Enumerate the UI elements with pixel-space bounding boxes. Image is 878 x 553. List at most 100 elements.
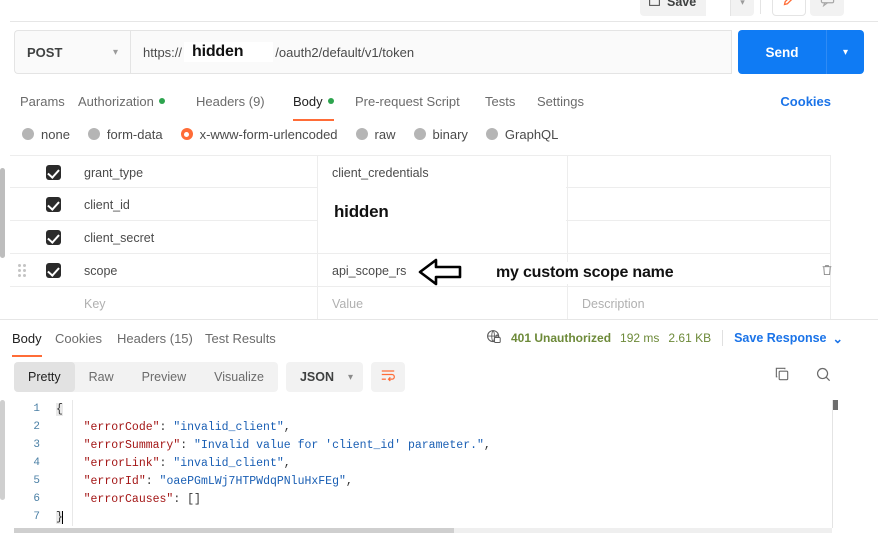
body-type-binary[interactable]: binary [413, 126, 468, 142]
row-enabled-checkbox[interactable] [36, 221, 70, 254]
view-mode-label: Visualize [214, 370, 264, 384]
response-horizontal-scroll-thumb[interactable] [14, 528, 454, 533]
urlencoded-params-table: grant_type client_credentials client_id … [10, 155, 832, 320]
body-type-radio-group: none form-data x-www-form-urlencoded raw… [22, 123, 558, 145]
row-value-input[interactable]: client_credentials [318, 156, 568, 189]
view-mode-raw[interactable]: Raw [75, 362, 128, 392]
response-format-select[interactable]: JSON ▾ [285, 362, 364, 392]
row-key-input[interactable]: client_id [70, 188, 318, 221]
code-line-text: "errorSummary": "Invalid value for 'clie… [83, 438, 491, 452]
row-value-text: client_credentials [332, 165, 429, 180]
save-dropdown-button[interactable]: ▾ [730, 0, 754, 16]
code-line: 2 "errorCode": "invalid_client", [14, 418, 832, 436]
row-enabled-checkbox[interactable] [36, 254, 70, 287]
code-line-text: "errorCode": "invalid_client", [83, 420, 291, 434]
edit-request-button[interactable] [772, 0, 806, 16]
row-drag-handle-slot [10, 188, 36, 221]
view-mode-visualize[interactable]: Visualize [200, 362, 278, 392]
chevron-down-icon: ▾ [842, 46, 849, 58]
response-tab-test-results[interactable]: Test Results [205, 324, 276, 352]
modified-dot-icon [327, 98, 334, 104]
response-tab-body[interactable]: Body [12, 324, 42, 357]
radio-selected-icon [180, 128, 193, 140]
comment-button[interactable] [810, 0, 844, 16]
url-input[interactable]: https:// hidden /oauth2/default/v1/token [130, 30, 732, 74]
save-response-button[interactable]: Save Response ⌄ [734, 331, 843, 346]
body-type-label: none [41, 126, 70, 142]
request-tab-bar: Params Authorization Headers (9) Body Pr… [0, 86, 878, 121]
body-type-graphql[interactable]: GraphQL [485, 127, 558, 142]
response-tab-bar: Body Cookies Headers (15) Test Results 4… [0, 324, 878, 357]
response-body-code[interactable]: 1 { 2 "errorCode": "invalid_client", 3 "… [14, 400, 832, 535]
text-cursor [61, 510, 63, 524]
chevron-down-icon: ▾ [740, 0, 745, 7]
tab-params[interactable]: Params [20, 86, 65, 116]
top-divider-line [10, 21, 878, 22]
search-button[interactable] [815, 366, 832, 388]
row-enabled-checkbox-slot [36, 287, 70, 320]
line-number: 4 [33, 457, 40, 469]
body-type-none[interactable]: none [22, 127, 70, 142]
tab-authorization[interactable]: Authorization [78, 86, 165, 116]
delete-row-button[interactable] [820, 263, 836, 279]
response-tab-headers[interactable]: Headers (15) [117, 324, 193, 352]
meta-divider [722, 330, 724, 346]
new-row-description-input[interactable]: Description [568, 287, 830, 320]
row-description-input[interactable] [568, 221, 830, 254]
code-line: 6 "errorCauses": [] [14, 490, 832, 508]
row-key-input[interactable]: client_secret [70, 221, 318, 254]
code-line-text: "errorId": "oaePGmLWj7HTPWdqPNluHxFEg", [83, 474, 353, 488]
tab-label: Headers (15) [117, 330, 193, 346]
description-placeholder: Description [582, 296, 645, 311]
line-number: 2 [33, 421, 40, 433]
new-row-key-input[interactable]: Key [70, 287, 318, 320]
request-panel-scrollbar[interactable] [0, 168, 5, 258]
wrap-lines-button[interactable] [371, 362, 406, 392]
tab-pre-request-script[interactable]: Pre-request Script [355, 86, 460, 116]
body-type-label: binary [432, 126, 468, 142]
tab-label: Settings [537, 93, 584, 109]
response-vertical-scrollbar[interactable] [0, 400, 5, 500]
active-tab-underline [12, 355, 42, 357]
save-button[interactable]: Save [640, 0, 707, 16]
top-action-bar: Save ▾ [0, 0, 878, 22]
chevron-down-icon: ▾ [348, 371, 354, 383]
cookies-link[interactable]: Cookies [780, 86, 831, 116]
value-placeholder: Value [332, 296, 364, 311]
response-action-icons [774, 362, 832, 392]
response-tab-cookies[interactable]: Cookies [55, 324, 102, 352]
chevron-down-icon: ⌄ [832, 331, 843, 346]
send-button[interactable]: Send [738, 30, 826, 74]
row-description-input[interactable] [568, 188, 830, 221]
row-enabled-checkbox[interactable] [36, 188, 70, 221]
row-enabled-checkbox[interactable] [36, 156, 70, 189]
tab-tests[interactable]: Tests [485, 86, 515, 116]
http-method-select[interactable]: POST ▾ [14, 30, 130, 74]
row-key-text: grant_type [84, 165, 144, 180]
view-mode-preview[interactable]: Preview [128, 362, 200, 392]
body-type-form-data[interactable]: form-data [87, 127, 163, 142]
row-key-input[interactable]: grant_type [70, 156, 318, 189]
tab-label: Pre-request Script [355, 93, 460, 109]
tab-label: Test Results [205, 330, 276, 346]
body-type-urlencoded[interactable]: x-www-form-urlencoded [180, 127, 338, 142]
tab-body[interactable]: Body [293, 86, 334, 121]
tab-headers[interactable]: Headers (9) [196, 86, 265, 116]
code-scroll-thumb[interactable] [833, 400, 838, 410]
radio-icon [413, 128, 426, 140]
tab-settings[interactable]: Settings [537, 86, 584, 116]
copy-button[interactable] [774, 366, 791, 388]
row-drag-handle[interactable] [10, 254, 36, 287]
checkbox-checked-icon [45, 197, 61, 212]
tab-label: Tests [485, 93, 516, 109]
row-key-input[interactable]: scope [70, 254, 318, 287]
table-row: grant_type client_credentials [10, 155, 830, 189]
row-description-input[interactable] [568, 156, 830, 189]
view-mode-pretty[interactable]: Pretty [14, 362, 75, 392]
body-type-raw[interactable]: raw [355, 127, 396, 142]
pencil-icon [782, 0, 797, 12]
tab-label: Body [12, 330, 42, 346]
send-options-button[interactable]: ▾ [826, 30, 864, 74]
tab-label: Params [20, 93, 65, 109]
code-line-text: { [56, 402, 63, 416]
